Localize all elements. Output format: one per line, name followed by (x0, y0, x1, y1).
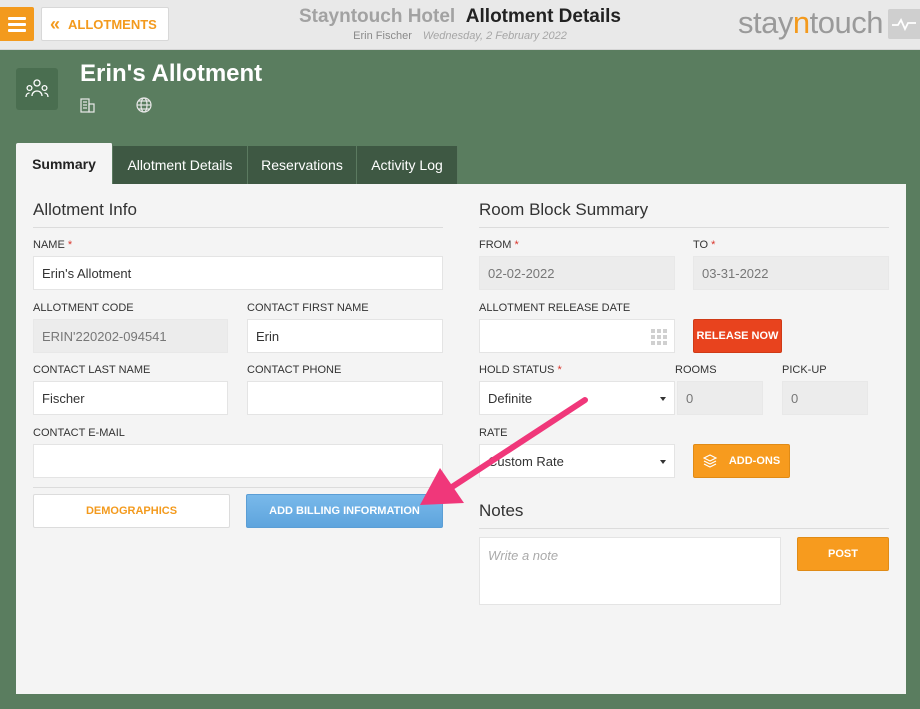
tab-summary[interactable]: Summary (16, 143, 113, 185)
caret-down-icon (660, 460, 666, 464)
group-users-icon (16, 68, 58, 110)
tab-reservations[interactable]: Reservations (248, 146, 357, 184)
divider (479, 528, 889, 529)
contact-last-name-input[interactable]: Fischer (33, 381, 228, 415)
release-date-input[interactable] (479, 319, 675, 353)
divider (33, 227, 443, 228)
add-billing-information-button[interactable]: ADD BILLING INFORMATION (246, 494, 443, 528)
pulse-graph-icon (892, 18, 916, 32)
release-now-button[interactable]: RELEASE NOW (693, 319, 782, 353)
from-date-field[interactable]: 02-02-2022 (479, 256, 675, 290)
dashboard-graph-button[interactable] (888, 9, 920, 39)
pickup-field: 0 (782, 381, 868, 415)
caret-down-icon (660, 397, 666, 401)
hold-status-label: HOLD STATUS * (479, 364, 562, 376)
name-label: NAME * (33, 239, 73, 251)
allotment-info-title: Allotment Info (33, 200, 137, 219)
room-block-summary-title: Room Block Summary (479, 200, 649, 219)
rooms-field: 0 (677, 381, 763, 415)
divider (33, 487, 443, 488)
business-date: Wednesday, 2 February 2022 (422, 30, 567, 42)
post-note-button[interactable]: POST (797, 537, 889, 571)
hotel-name: Stayntouch Hotel (298, 6, 456, 27)
contact-phone-input[interactable] (247, 381, 443, 415)
notes-title: Notes (479, 501, 524, 520)
pickup-label: PICK-UP (782, 364, 827, 376)
from-label: FROM * (479, 239, 519, 251)
user-name: Erin Fischer (353, 30, 412, 42)
contact-email-label: CONTACT E-MAIL (33, 427, 125, 439)
demographics-button[interactable]: DEMOGRAPHICS (33, 494, 230, 528)
page-heading: Allotment Details (465, 6, 621, 27)
rate-label: RATE (479, 427, 508, 439)
allotment-title: Erin's Allotment (80, 60, 263, 87)
tab-activity-log[interactable]: Activity Log (357, 146, 458, 184)
contact-phone-label: CONTACT PHONE (247, 364, 342, 376)
divider (479, 227, 889, 228)
to-label: TO * (693, 239, 716, 251)
hold-status-select[interactable]: Definite (479, 381, 675, 415)
stayntouch-logo: stayntouch (738, 5, 883, 40)
layers-icon (702, 454, 717, 468)
contact-first-name-input[interactable]: Erin (247, 319, 443, 353)
name-input[interactable]: Erin's Allotment (33, 256, 443, 290)
to-date-field[interactable]: 03-31-2022 (693, 256, 889, 290)
contact-last-name-label: CONTACT LAST NAME (33, 364, 151, 376)
rooms-label: ROOMS (675, 364, 717, 376)
allotment-code-field: ERIN'220202-094541 (33, 319, 228, 353)
contact-first-name-label: CONTACT FIRST NAME (247, 302, 369, 314)
contact-email-input[interactable] (33, 444, 443, 478)
rate-select[interactable]: Custom Rate (479, 444, 675, 478)
globe-icon (136, 97, 152, 113)
building-icon (80, 98, 95, 113)
note-textarea[interactable]: Write a note (479, 537, 781, 605)
allotment-code-label: ALLOTMENT CODE (33, 302, 134, 314)
tab-allotment-details[interactable]: Allotment Details (113, 146, 248, 184)
top-bar: « ALLOTMENTS Stayntouch Hotel Allotment … (0, 0, 920, 50)
calendar-grid-icon (651, 329, 667, 345)
release-date-label: ALLOTMENT RELEASE DATE (479, 302, 631, 314)
add-ons-button[interactable]: ADD-ONS (693, 444, 790, 478)
